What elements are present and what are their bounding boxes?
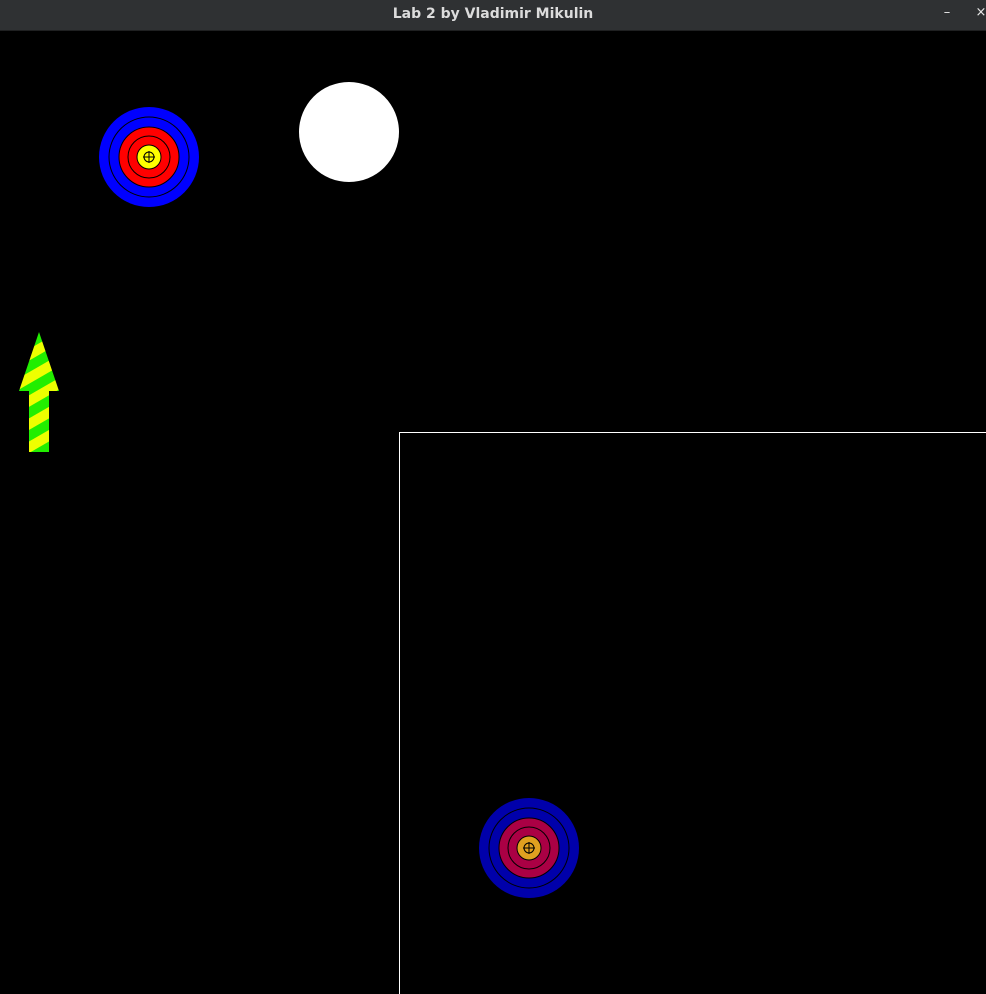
- title-bar[interactable]: Lab 2 by Vladimir Mikulin – ×: [0, 0, 986, 31]
- window-title: Lab 2 by Vladimir Mikulin: [392, 6, 594, 22]
- bordered-panel: [399, 432, 986, 994]
- minimize-icon[interactable]: –: [933, 0, 961, 30]
- close-icon[interactable]: ×: [967, 0, 986, 30]
- arrow-up-icon[interactable]: [19, 332, 59, 452]
- target-bottom[interactable]: [479, 798, 579, 898]
- drawing-canvas: [0, 31, 986, 994]
- target-top[interactable]: [99, 107, 199, 207]
- scene-svg: [19, 82, 986, 994]
- white-ball[interactable]: [299, 82, 399, 182]
- app-window: Lab 2 by Vladimir Mikulin – ×: [0, 0, 986, 994]
